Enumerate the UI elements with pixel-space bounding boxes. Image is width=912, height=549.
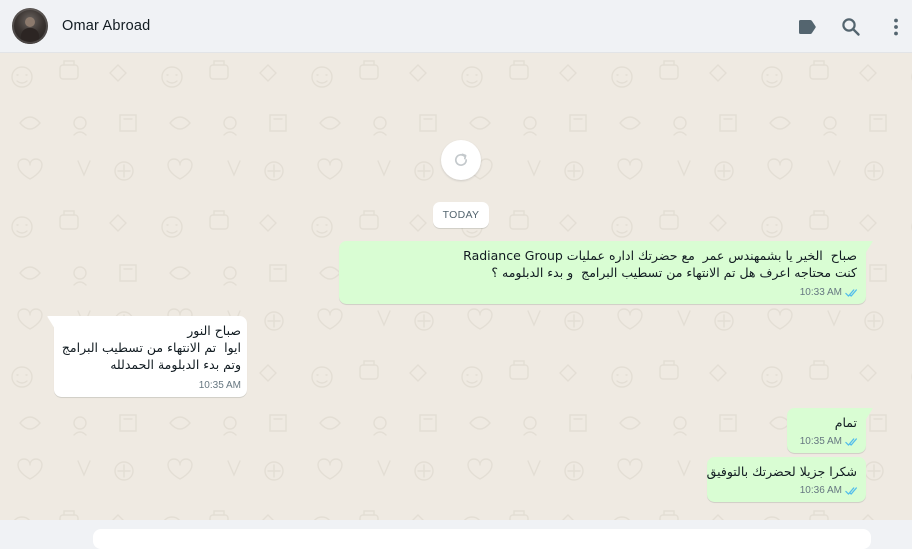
message-time: 10:36 AM: [799, 485, 842, 496]
message-time: 10:33 AM: [799, 287, 842, 298]
message-text: صباح الخير يا بشمهندس عمر مع حضرتك اداره…: [463, 248, 857, 280]
message-input[interactable]: [93, 529, 871, 549]
search-icon[interactable]: [839, 15, 863, 39]
bubble-tail: [865, 241, 873, 254]
bubble-tail: [865, 408, 873, 421]
chat-header: Omar Abroad: [0, 0, 912, 53]
more-vertical-icon[interactable]: [884, 15, 908, 39]
conversation-panel[interactable]: TODAY صباح الخير يا بشمهندس عمر مع حضرتك…: [0, 53, 912, 520]
message-bubble-incoming[interactable]: صباح النور ايوا تم الانتهاء من تسطيب البر…: [47, 316, 247, 397]
message-bubble-outgoing[interactable]: تمام 10:35 AM: [787, 408, 873, 453]
load-older-messages-button[interactable]: [441, 140, 481, 180]
refresh-icon: [454, 153, 468, 166]
message-text: تمام: [834, 415, 857, 430]
message-meta: 10:33 AM: [800, 284, 859, 301]
message-time: 10:35 AM: [799, 436, 842, 447]
read-receipt-icon: [845, 288, 857, 297]
message-meta: 10:36 AM: [800, 482, 859, 499]
contact-avatar[interactable]: [12, 8, 48, 44]
message-bubble-outgoing[interactable]: شكرا جزيلا لحضرتك بالتوفيق 10:36 AM: [707, 457, 866, 502]
message-meta: 10:35 AM: [199, 377, 241, 394]
message-time: 10:35 AM: [198, 380, 241, 391]
date-separator: TODAY: [433, 202, 489, 228]
message-meta: 10:35 AM: [800, 433, 859, 450]
message-bubble-outgoing[interactable]: صباح الخير يا بشمهندس عمر مع حضرتك اداره…: [339, 241, 873, 304]
bubble-tail: [47, 316, 55, 329]
contact-name[interactable]: Omar Abroad: [62, 18, 150, 34]
label-icon[interactable]: [795, 15, 819, 39]
read-receipt-icon: [845, 486, 857, 495]
message-text: شكرا جزيلا لحضرتك بالتوفيق: [706, 464, 857, 479]
read-receipt-icon: [845, 437, 857, 446]
message-text: صباح النور ايوا تم الانتهاء من تسطيب البر…: [61, 323, 241, 372]
